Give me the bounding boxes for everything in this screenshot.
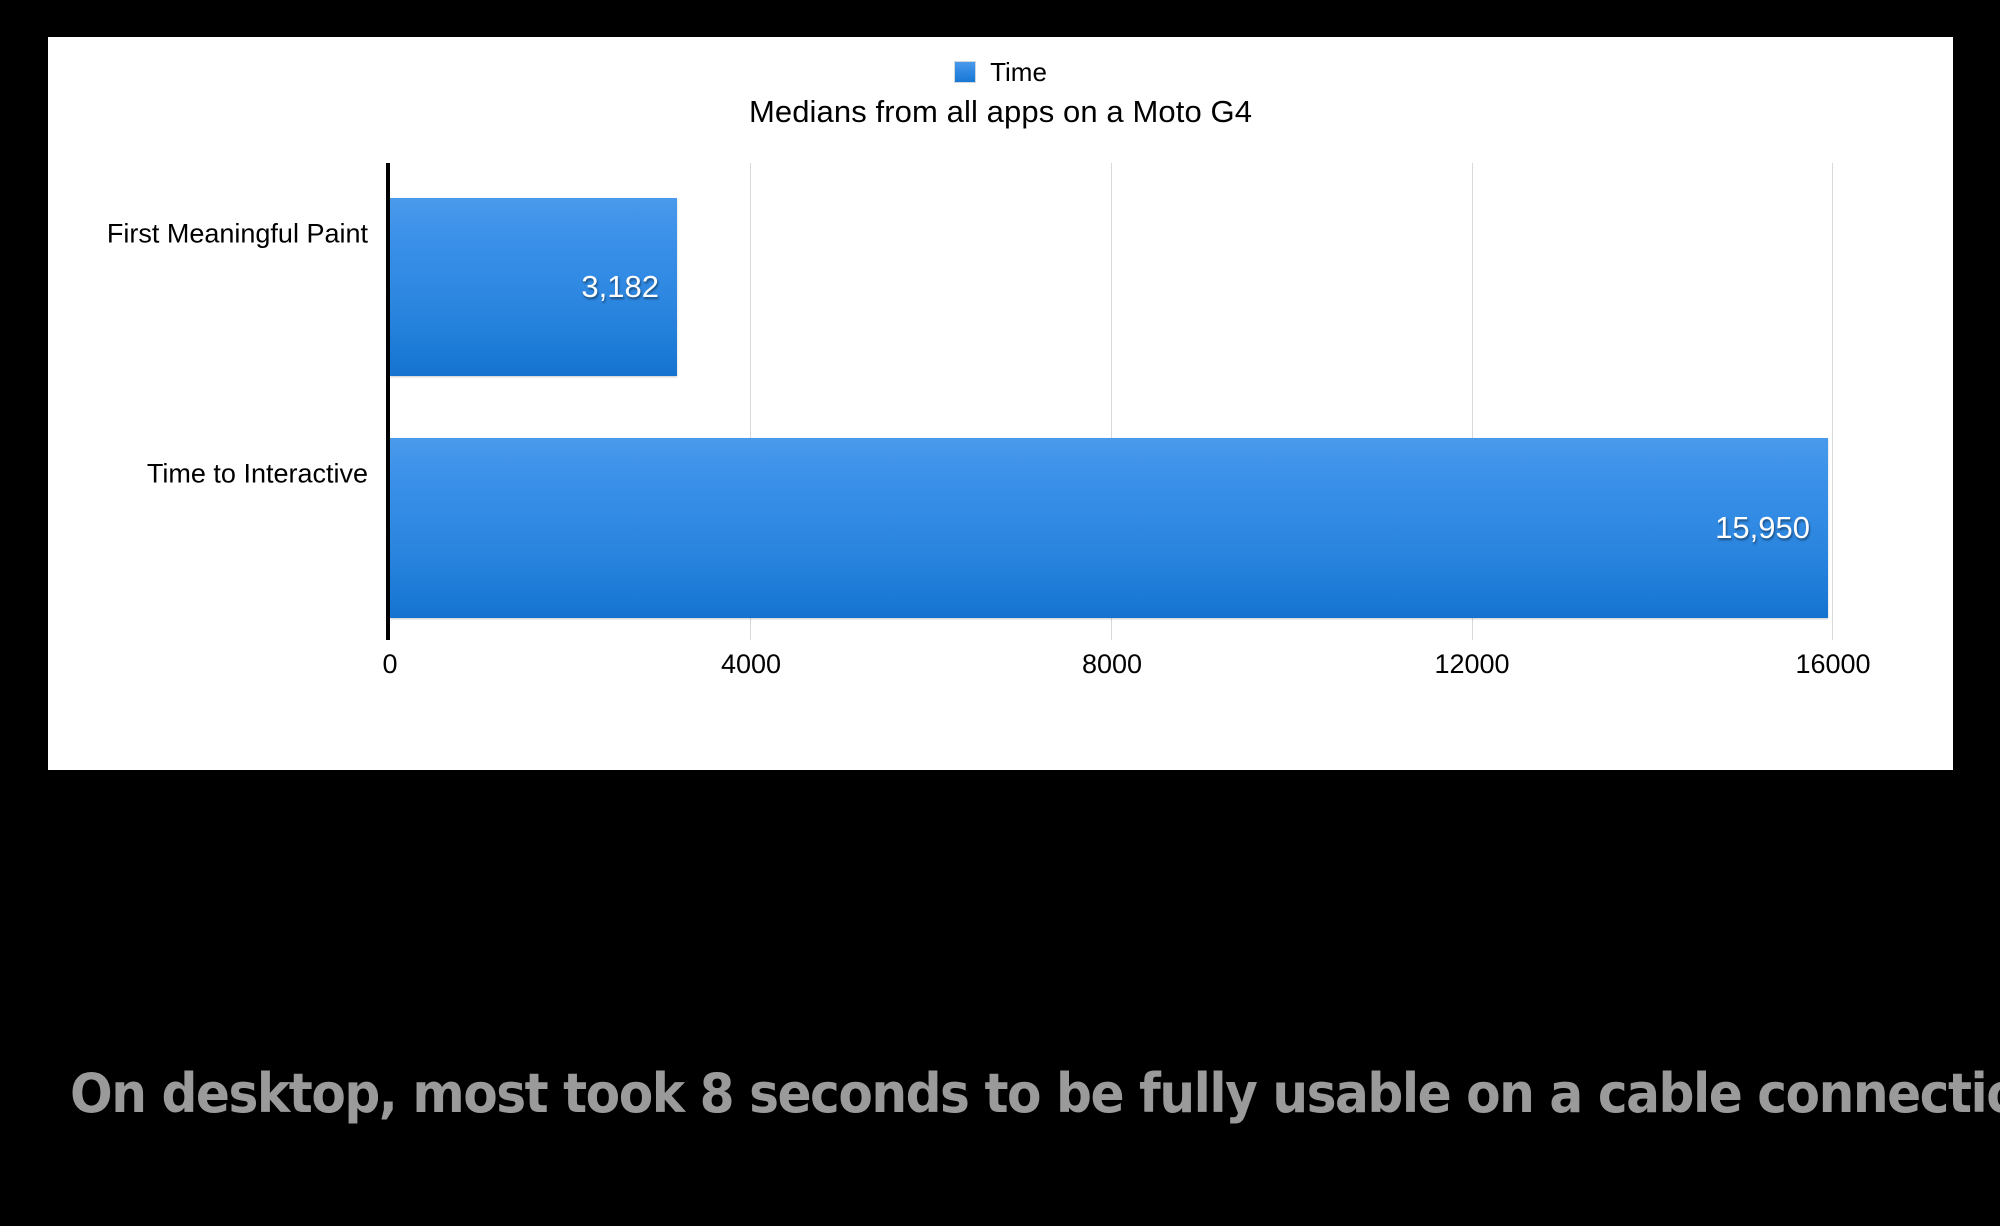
chart-title: Medians from all apps on a Moto G4 <box>748 94 1253 129</box>
x-tick-16000: 16000 <box>1795 649 1871 679</box>
legend-label-time: Time <box>990 57 1047 87</box>
x-tick-4000: 4000 <box>720 649 782 679</box>
chart-legend: Time <box>48 59 1953 85</box>
y-label-first-meaningful-paint: First Meaningful Paint <box>106 218 368 249</box>
y-axis-category-labels: First Meaningful Paint Time to Interacti… <box>48 163 368 640</box>
chart-card: Time Medians from all apps on a Moto G4 … <box>48 37 1953 770</box>
bar-value-first-meaningful-paint: 3,182 <box>581 269 659 304</box>
bar-time-to-interactive[interactable]: 15,950 <box>390 438 1828 618</box>
x-axis-tick-labels: 0 4000 8000 12000 16000 <box>382 649 1870 689</box>
slide-caption: On desktop, most took 8 seconds to be fu… <box>70 1062 2000 1125</box>
x-tick-8000: 8000 <box>1081 649 1143 679</box>
x-tick-12000: 12000 <box>1434 649 1510 679</box>
x-tick-0: 0 <box>382 649 398 679</box>
bar-value-time-to-interactive: 15,950 <box>1715 510 1810 545</box>
legend-swatch-time <box>954 61 977 83</box>
gridline-16000 <box>1832 163 1833 640</box>
y-label-time-to-interactive: Time to Interactive <box>146 458 368 489</box>
bar-first-meaningful-paint[interactable]: 3,182 <box>390 198 677 376</box>
plot-area: 3,182 15,950 <box>386 163 1833 640</box>
